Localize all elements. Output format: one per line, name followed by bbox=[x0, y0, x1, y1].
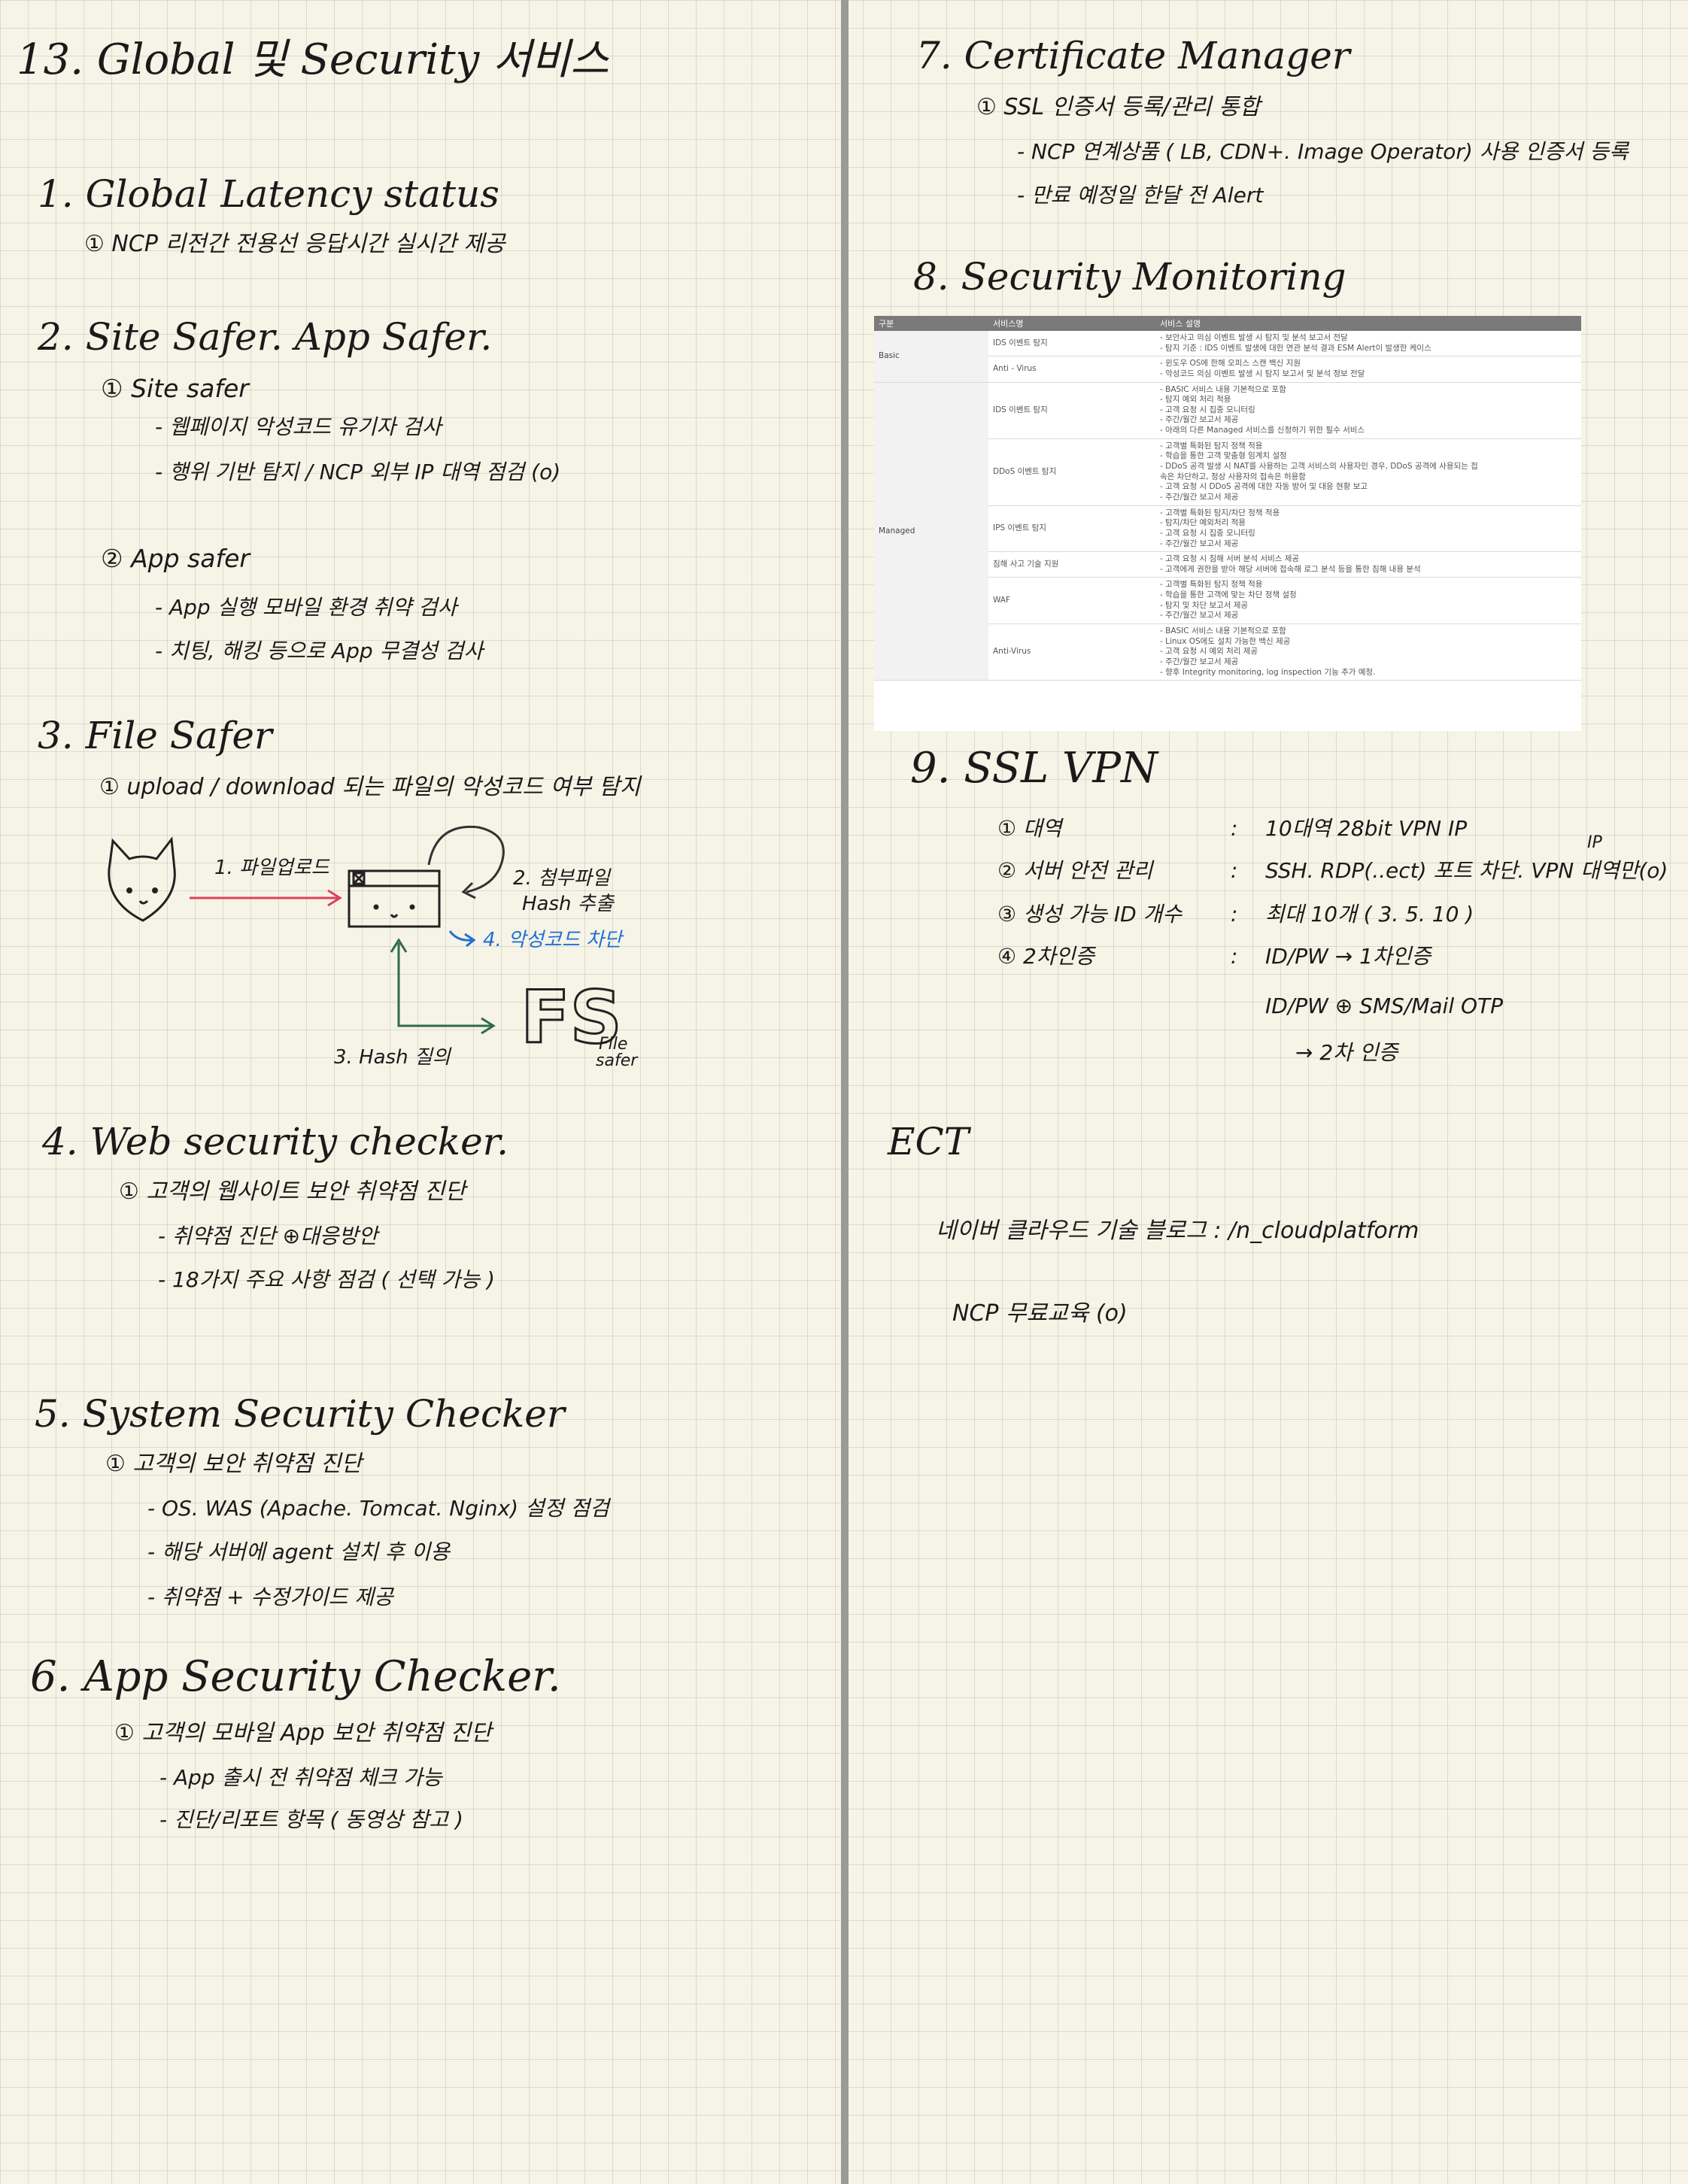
section-5-bullet1: - OS. WAS (Apache. Tomcat. Nginx) 설정 점검 bbox=[147, 1496, 609, 1521]
table-cell-service: 침해 사고 기술 지원 bbox=[988, 551, 1155, 578]
section-7-heading: 7. Certificate Manager bbox=[916, 34, 1350, 77]
description-line: - 주간/월간 보고서 제공 bbox=[1160, 415, 1239, 425]
section-7-bullet1: - NCP 연계상품 ( LB, CDN+. Image Operator) 사… bbox=[1017, 139, 1629, 164]
description-line: - 고객별 특화된 탐지 정책 적용 bbox=[1160, 441, 1263, 450]
table-cell-description: - 고객별 특화된 탐지 정책 적용 - 학습을 통한 고객 맞춤형 임계치 설정… bbox=[1155, 438, 1581, 506]
section-6-item: ① 고객의 모바일 App 보안 취약점 진단 bbox=[114, 1720, 492, 1746]
description-line: - 탐지 예외 처리 적용 bbox=[1160, 395, 1231, 405]
table-row: Managed IDS 이벤트 탐지 - BASIC 서비스 내용 기본적으로 포함… bbox=[874, 382, 1581, 681]
step-block-label: 4. 악성코드 차단 bbox=[483, 929, 622, 951]
section-4-bullet2: - 18가지 주요 사항 점검 ( 선택 가능 ) bbox=[158, 1267, 495, 1292]
table-cell-service: Anti-Virus bbox=[988, 623, 1155, 681]
step-attach-label: 2. 첨부파일 bbox=[513, 867, 610, 890]
description-line: - 주간/월간 보고서 제공 bbox=[1160, 492, 1239, 502]
page-divider bbox=[841, 0, 849, 2184]
description-line: - 학습을 통한 고객 맞춤형 임계치 설정 bbox=[1160, 451, 1287, 461]
table-cell-description: - 고객별 특화된 탐지 정책 적용 - 학습을 통한 고객에 맞는 차단 정책 … bbox=[1155, 577, 1581, 625]
description-line: - 고객에게 권한을 받아 해당 서버에 접속해 로그 분석 등을 통한 침해 … bbox=[1160, 564, 1421, 574]
description-line: - 고객 요청 시 집중 모니터링 bbox=[1160, 405, 1255, 414]
header-description: 서비스 설명 bbox=[1155, 316, 1581, 331]
table-cell-category: Managed bbox=[874, 382, 988, 681]
header-service: 서비스명 bbox=[988, 316, 1155, 331]
file-safer-diagram bbox=[108, 825, 505, 1035]
description-line: - DDoS 공격 발생 시 NAT를 사용하는 고객 서비스의 사용자인 경우… bbox=[1160, 462, 1478, 472]
table-cell-service: WAF bbox=[988, 577, 1155, 625]
description-line: - 고객 요청 시 침해 서버 분석 서비스 제공 bbox=[1160, 554, 1300, 564]
security-monitoring-table: 구분 서비스명 서비스 설명 Basic IDS 이벤트 탐지 - 보안사고 의심 … bbox=[874, 316, 1581, 681]
description-line: - 향후 Integrity monitoring, log inspectio… bbox=[1160, 667, 1376, 677]
description-line: - 학습을 통한 고객에 맞는 차단 정책 설정 bbox=[1160, 590, 1297, 600]
section-6-bullet2: - 진단/리포트 항목 ( 동영상 참고 ) bbox=[159, 1807, 463, 1832]
section-7-item: ① SSL 인증서 등록/관리 통합 bbox=[976, 94, 1261, 120]
table-row: Basic IDS 이벤트 탐지 - 보안사고 의심 이벤트 발생 시 탐지 및 분… bbox=[874, 331, 1581, 383]
security-monitoring-table-image: 구분 서비스명 서비스 설명 Basic IDS 이벤트 탐지 - 보안사고 의심 … bbox=[874, 316, 1581, 731]
section-5-bullet2: - 해당 서버에 agent 설치 후 이용 bbox=[147, 1539, 450, 1564]
description-line: - 아래의 다른 Managed 서비스를 신청하기 위한 필수 서비스 bbox=[1160, 426, 1365, 435]
description-line: - 윈도우 OS에 한해 오피스 스캔 백신 지원 bbox=[1160, 359, 1301, 369]
description-line: - 주간/월간 보고서 제공 bbox=[1160, 611, 1239, 620]
description-line: - BASIC 서비스 내용 기본적으로 포함 bbox=[1160, 384, 1286, 394]
cat-face-icon bbox=[108, 836, 176, 922]
left-page: 13. Global 및 Security 서비스 1. Global Late… bbox=[0, 0, 841, 2184]
description-line: - 고객별 특화된 탐지 정책 적용 bbox=[1160, 580, 1263, 590]
table-cell-service: Anti - Virus bbox=[988, 356, 1155, 383]
description-line: 속은 차단하고, 정상 사용자의 접속은 허용함 bbox=[1160, 472, 1306, 481]
browser-window-icon bbox=[348, 869, 441, 928]
file-safer-logo-sub2: safer bbox=[596, 1051, 638, 1070]
description-line: - 탐지 및 차단 보고서 제공 bbox=[1160, 600, 1249, 610]
description-line: - 탐지/차단 예외처리 적용 bbox=[1160, 518, 1246, 528]
section-4-item: ① 고객의 웹사이트 보안 취약점 진단 bbox=[119, 1178, 466, 1205]
table-cell-service: DDoS 이벤트 탐지 bbox=[988, 438, 1155, 506]
section-4-bullet1: - 취약점 진단 ⊕대응방안 bbox=[158, 1224, 378, 1248]
description-line: - 고객별 특화된 탐지/차단 정책 적용 bbox=[1160, 508, 1280, 517]
table-cell-service: IDS 이벤트 탐지 bbox=[988, 331, 1155, 357]
section-8-heading: 8. Security Monitoring bbox=[913, 255, 1346, 299]
description-line: - 악성코드 의심 이벤트 발생 시 탐지 보고서 및 분석 정보 전달 bbox=[1160, 369, 1365, 378]
description-line: - 주간/월간 보고서 제공 bbox=[1160, 657, 1239, 666]
description-line: - BASIC 서비스 내용 기본적으로 포함 bbox=[1160, 626, 1286, 636]
header-category: 구분 bbox=[874, 316, 988, 331]
step-hash-query-label: 3. Hash 질의 bbox=[334, 1046, 451, 1069]
section-4-heading: 4. Web security checker. bbox=[42, 1120, 509, 1163]
table-cell-description: - 윈도우 OS에 한해 오피스 스캔 백신 지원 - 악성코드 의심 이벤트 발… bbox=[1155, 356, 1581, 383]
table-cell-description: - 고객별 특화된 탐지/차단 정책 적용 - 탐지/차단 예외처리 적용 - 고객… bbox=[1155, 505, 1581, 553]
section-6-heading: 6. App Security Checker. bbox=[30, 1652, 561, 1701]
table-cell-description: - BASIC 서비스 내용 기본적으로 포함 - 탐지 예외 처리 적용 - 고객… bbox=[1155, 382, 1581, 439]
description-line: - 고객 요청 시 집중 모니터링 bbox=[1160, 528, 1255, 538]
section-7-bullet2: - 만료 예정일 한달 전 Alert bbox=[1017, 183, 1264, 208]
description-line: - 보안사고 의심 이벤트 발생 시 탐지 및 분석 보고서 전달 bbox=[1160, 333, 1348, 342]
section-5-item: ① 고객의 보안 취약점 진단 bbox=[105, 1451, 363, 1477]
table-cell-description: - BASIC 서비스 내용 기본적으로 포함 - Linux OS에도 설치 가… bbox=[1155, 623, 1581, 681]
step-upload-label: 1. 파일업로드 bbox=[214, 857, 329, 879]
description-line: - 고객 요청 시 DDoS 공격에 대한 자동 방어 및 대응 현황 보고 bbox=[1160, 482, 1368, 492]
table-cell-description: - 보안사고 의심 이벤트 발생 시 탐지 및 분석 보고서 전달 - 탐지 기준… bbox=[1155, 331, 1581, 357]
description-line: - 탐지 기준 : IDS 이벤트 발생에 대한 연관 분석 결과 ESM Al… bbox=[1160, 343, 1431, 353]
table-cell-category: Basic bbox=[874, 331, 988, 383]
description-line: - 고객 요청 시 예외 처리 제공 bbox=[1160, 647, 1258, 657]
description-line: - Linux OS에도 설치 가능한 백신 제공 bbox=[1160, 636, 1291, 646]
step-hash-extract-label: Hash 추출 bbox=[522, 893, 614, 915]
table-cell-service: IDS 이벤트 탐지 bbox=[988, 382, 1155, 439]
description-line: - 주간/월간 보고서 제공 bbox=[1160, 538, 1239, 548]
table-header-row: 구분 서비스명 서비스 설명 bbox=[874, 316, 1581, 331]
table-cell-description: - 고객 요청 시 침해 서버 분석 서비스 제공 - 고객에게 권한을 받아 해… bbox=[1155, 551, 1581, 578]
section-5-bullet3: - 취약점 + 수정가이드 제공 bbox=[147, 1585, 393, 1609]
table-cell-service: IPS 이벤트 탐지 bbox=[988, 505, 1155, 553]
hash-query-arrow bbox=[397, 943, 492, 1027]
section-6-bullet1: - App 출시 전 취약점 체크 가능 bbox=[159, 1765, 442, 1790]
section-5-heading: 5. System Security Checker bbox=[35, 1392, 565, 1436]
